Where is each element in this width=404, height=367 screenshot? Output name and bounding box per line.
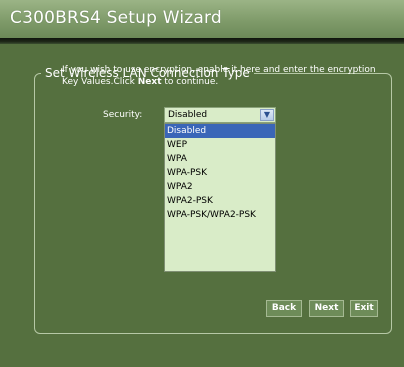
instructions-text: If you wish to use encryption, enable it… [62,64,392,88]
next-button[interactable]: Next [309,300,344,317]
instructions-line-2-prefix: Key Values.Click [62,77,138,87]
exit-button[interactable]: Exit [350,300,378,317]
security-option[interactable]: Disabled [165,124,275,138]
instructions-line-1: If you wish to use encryption, enable it… [62,65,376,75]
security-option[interactable]: WEP [165,138,275,152]
instructions-line-2: Key Values.Click Next to continue. [62,76,392,88]
security-label: Security: [103,110,143,120]
title-bar: C300BRS4 Setup Wizard [0,0,404,38]
security-option[interactable]: WPA2 [165,180,275,194]
security-option[interactable]: WPA2-PSK [165,194,275,208]
instructions-line-2-suffix: to continue. [161,77,219,87]
security-option[interactable]: WPA [165,152,275,166]
security-selected-value: Disabled [168,110,208,120]
instructions-next-emphasis: Next [137,77,162,87]
chevron-down-icon[interactable]: ▼ [260,109,274,121]
security-select[interactable]: Disabled ▼ [164,107,276,123]
security-dropdown-list: Disabled WEP WPA WPA-PSK WPA2 WPA2-PSK W… [164,123,276,272]
back-button[interactable]: Back [266,300,302,317]
security-option[interactable]: WPA-PSK [165,166,275,180]
window-title: C300BRS4 Setup Wizard [10,8,222,28]
security-option[interactable]: WPA-PSK/WPA2-PSK [165,208,275,222]
